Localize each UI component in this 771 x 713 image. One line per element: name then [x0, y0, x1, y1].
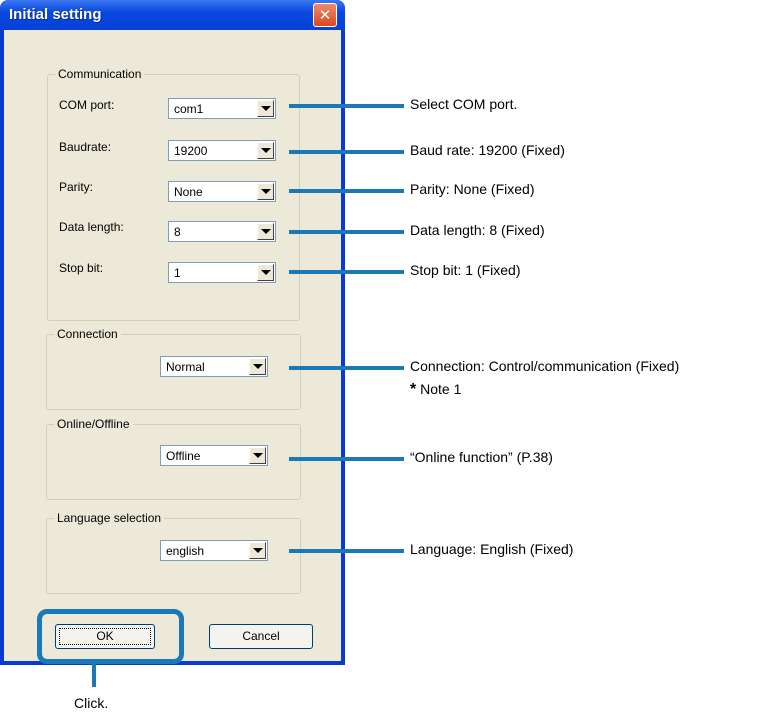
chevron-down-icon[interactable] — [257, 100, 274, 117]
com-port-select[interactable]: com1 — [168, 98, 276, 119]
annotation-connection-note: * Note 1 — [410, 381, 461, 399]
annotation-online-function: “Online function” (P.38) — [410, 449, 553, 465]
connection-legend: Connection — [54, 327, 121, 341]
communication-legend: Communication — [55, 67, 145, 81]
chevron-down-icon[interactable] — [249, 358, 266, 375]
dialog-title: Initial setting — [9, 6, 102, 23]
parity-label: Parity: — [59, 180, 94, 194]
note-text: Note 1 — [420, 381, 462, 397]
initial-setting-dialog: Initial setting ✕ Communication COM port… — [0, 0, 345, 665]
data-length-select[interactable]: 8 — [168, 221, 276, 242]
cancel-button[interactable]: Cancel — [209, 624, 313, 649]
ok-highlight-frame — [37, 609, 184, 664]
chevron-down-icon[interactable] — [249, 542, 266, 559]
language-legend: Language selection — [54, 511, 165, 525]
dialog-client-area: Communication COM port: com1 Baudrate: 1… — [4, 30, 341, 661]
connection-select[interactable]: Normal — [160, 356, 268, 377]
leader-line-online — [289, 457, 404, 461]
chevron-down-icon[interactable] — [257, 264, 274, 281]
leader-line-com-port — [289, 104, 404, 108]
annotation-stop-bit: Stop bit: 1 (Fixed) — [410, 262, 521, 278]
language-value: english — [166, 544, 205, 558]
online-offline-select[interactable]: Offline — [160, 445, 268, 466]
language-select[interactable]: english — [160, 540, 268, 561]
annotation-com-port: Select COM port. — [410, 96, 518, 112]
chevron-down-icon[interactable] — [257, 223, 274, 240]
baudrate-label: Baudrate: — [59, 140, 112, 154]
annotation-click: Click. — [74, 695, 109, 711]
leader-line-connection — [289, 366, 404, 370]
title-bar[interactable]: Initial setting ✕ — [0, 0, 345, 30]
cancel-button-label: Cancel — [242, 629, 280, 643]
annotation-data-length: Data length: 8 (Fixed) — [410, 222, 545, 238]
leader-line-stop-bit — [289, 270, 404, 274]
annotation-language: Language: English (Fixed) — [410, 541, 574, 557]
annotation-baud-rate: Baud rate: 19200 (Fixed) — [410, 142, 565, 158]
com-port-label: COM port: — [59, 98, 115, 112]
baudrate-value: 19200 — [174, 144, 208, 158]
stop-bit-select[interactable]: 1 — [168, 262, 276, 283]
leader-line-parity — [289, 189, 404, 193]
stop-bit-label: Stop bit: — [59, 261, 104, 275]
parity-select[interactable]: None — [168, 181, 276, 202]
chevron-down-icon[interactable] — [257, 183, 274, 200]
leader-line-language — [289, 549, 404, 553]
annotation-parity: Parity: None (Fixed) — [410, 181, 535, 197]
chevron-down-icon[interactable] — [257, 142, 274, 159]
data-length-value: 8 — [174, 225, 181, 239]
leader-line-data-length — [289, 230, 404, 234]
leader-line-baud — [289, 150, 404, 154]
note-asterisk: * — [410, 381, 417, 398]
data-length-label: Data length: — [59, 220, 124, 234]
chevron-down-icon[interactable] — [249, 447, 266, 464]
connection-value: Normal — [166, 360, 205, 374]
com-port-value: com1 — [174, 102, 204, 116]
stop-bit-value: 1 — [174, 266, 181, 280]
close-icon: ✕ — [318, 6, 332, 24]
online-offline-legend: Online/Offline — [54, 417, 133, 431]
parity-value: None — [174, 185, 203, 199]
online-offline-value: Offline — [166, 449, 201, 463]
ok-highlight-stem — [92, 663, 96, 687]
baudrate-select[interactable]: 19200 — [168, 140, 276, 161]
annotation-connection: Connection: Control/communication (Fixed… — [410, 358, 680, 374]
close-button[interactable]: ✕ — [313, 3, 337, 27]
